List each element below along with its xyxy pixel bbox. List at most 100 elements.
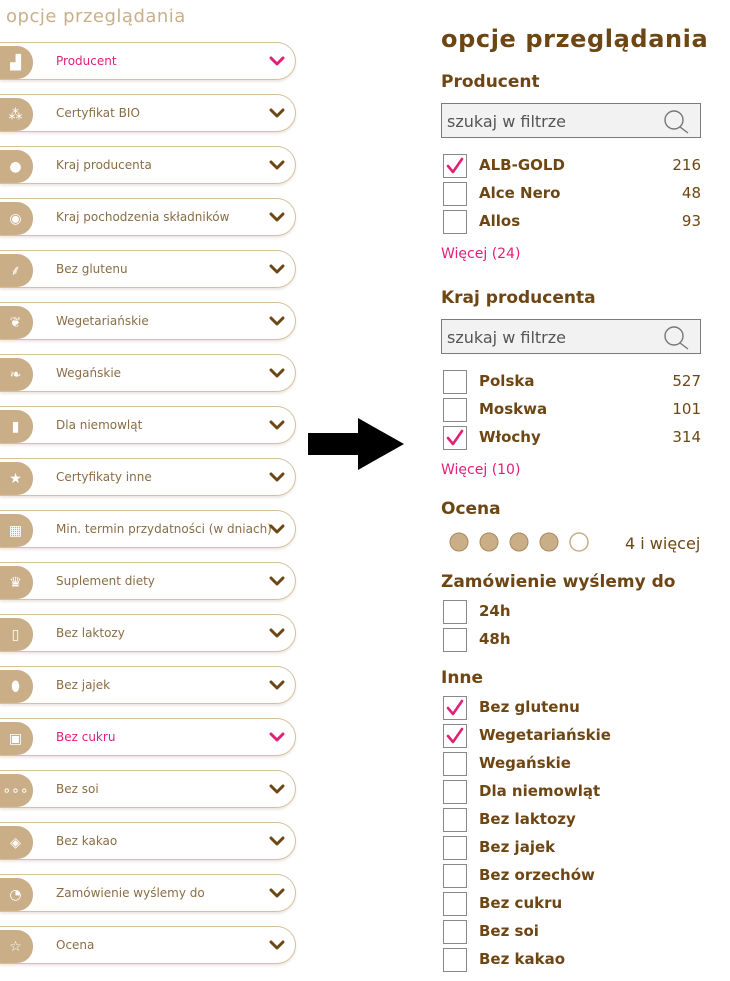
chevron-down-icon[interactable] [269, 106, 285, 120]
filter-option-label[interactable]: Wegańskie [479, 754, 571, 772]
chevron-down-icon[interactable] [269, 54, 285, 68]
chevron-down-icon[interactable] [269, 366, 285, 380]
filter-checkbox[interactable] [443, 948, 467, 972]
filter-accordion-item[interactable]: ❦ Wegetariańskie [0, 302, 296, 340]
filter-option-label[interactable]: Allos [479, 212, 520, 230]
filter-accordion-item[interactable]: ❧ Wegańskie [0, 354, 296, 392]
filter-checkbox[interactable] [443, 154, 467, 178]
filter-accordion-item[interactable]: ⁂ Certyfikat BIO [0, 94, 296, 132]
filter-option-label[interactable]: Bez jajek [479, 838, 555, 856]
search-icon[interactable] [662, 110, 690, 134]
chevron-down-icon[interactable] [269, 314, 285, 328]
chevron-down-icon[interactable] [269, 834, 285, 848]
filter-checkbox[interactable] [443, 892, 467, 916]
chevron-down-icon[interactable] [269, 626, 285, 640]
filter-accordion-label: Bez kakao [56, 834, 118, 848]
filter-checkbox[interactable] [443, 398, 467, 422]
filter-accordion-item[interactable]: ★ Certyfikaty inne [0, 458, 296, 496]
chevron-down-icon[interactable] [269, 522, 285, 536]
filter-option-label[interactable]: Wegetariańskie [479, 726, 611, 744]
filter-option-count: 216 [672, 156, 701, 174]
filter-checkbox[interactable] [443, 836, 467, 860]
filter-accordion-item[interactable]: ▟ Producent [0, 42, 296, 80]
filter-option-label[interactable]: Bez glutenu [479, 698, 580, 716]
rating-star-empty-icon[interactable] [568, 531, 590, 553]
filter-option-label[interactable]: Moskwa [479, 400, 547, 418]
vegan-leaf-icon: ❧ [0, 358, 33, 391]
filter-accordion-item[interactable]: ◉ Kraj pochodzenia składników [0, 198, 296, 236]
filter-checkbox[interactable] [443, 920, 467, 944]
filter-option-label[interactable]: Włochy [479, 428, 541, 446]
filter-option-label[interactable]: Bez laktozy [479, 810, 576, 828]
filter-accordion-label: Zamówienie wyślemy do [56, 886, 205, 900]
filter-option-label[interactable]: Dla niemowląt [479, 782, 600, 800]
filter-checkbox[interactable] [443, 696, 467, 720]
filter-accordion-item[interactable]: ♛ Suplement diety [0, 562, 296, 600]
filter-option-label[interactable]: Bez orzechów [479, 866, 595, 884]
country-more-link[interactable]: Więcej (10) [441, 462, 520, 478]
chevron-down-icon[interactable] [269, 782, 285, 796]
filter-option-count: 101 [672, 400, 701, 418]
chevron-down-icon[interactable] [269, 210, 285, 224]
filter-accordion-item[interactable]: ◔ Zamówienie wyślemy do [0, 874, 296, 912]
search-icon[interactable] [662, 326, 690, 350]
filter-option-label[interactable]: Bez soi [479, 922, 539, 940]
globe-icon: ◉ [0, 202, 33, 235]
filter-accordion-item[interactable]: ☆ Ocena [0, 926, 296, 964]
filter-accordion-item[interactable]: ⬮ Bez jajek [0, 666, 296, 704]
producer-more-link[interactable]: Więcej (24) [441, 246, 520, 262]
chevron-down-icon[interactable] [269, 158, 285, 172]
filter-option-label[interactable]: Bez cukru [479, 894, 562, 912]
rating-star-filled-icon[interactable] [448, 531, 470, 553]
filter-checkbox[interactable] [443, 426, 467, 450]
filter-accordion-item[interactable]: ▮ Dla niemowląt [0, 406, 296, 444]
country-search-input[interactable]: szukaj w filtrze [441, 319, 701, 354]
filter-accordion-item[interactable]: ▦ Min. termin przydatności (w dniach) [0, 510, 296, 548]
filter-option-label[interactable]: Polska [479, 372, 534, 390]
rating-star-filled-icon[interactable] [508, 531, 530, 553]
filter-accordion-label: Kraj pochodzenia składników [56, 210, 230, 224]
search-placeholder: szukaj w filtrze [447, 328, 566, 347]
chevron-down-icon[interactable] [269, 678, 285, 692]
chevron-down-icon[interactable] [269, 418, 285, 432]
filter-checkbox[interactable] [443, 752, 467, 776]
filter-checkbox[interactable] [443, 600, 467, 624]
chevron-down-icon[interactable] [269, 470, 285, 484]
rating-star-filled-icon[interactable] [478, 531, 500, 553]
producer-search-input[interactable]: szukaj w filtrze [441, 103, 701, 138]
filter-checkbox[interactable] [443, 808, 467, 832]
filter-accordion-item[interactable]: ⸙ Bez glutenu [0, 250, 296, 288]
checkmark-icon [446, 429, 464, 446]
filter-checkbox[interactable] [443, 628, 467, 652]
rating-section-title: Ocena [441, 499, 501, 519]
chevron-down-icon[interactable] [269, 886, 285, 900]
filter-option-label[interactable]: Alce Nero [479, 184, 560, 202]
filter-checkbox[interactable] [443, 780, 467, 804]
filter-accordion-item[interactable]: ◈ Bez kakao [0, 822, 296, 860]
filter-accordion-item[interactable]: ▣ Bez cukru [0, 718, 296, 756]
filter-checkbox[interactable] [443, 182, 467, 206]
filter-accordion-label: Producent [56, 54, 117, 68]
filter-accordion-item[interactable]: ▯ Bez laktozy [0, 614, 296, 652]
right-panel-title: opcje przeglądania [441, 25, 709, 53]
filter-checkbox[interactable] [443, 370, 467, 394]
chevron-down-icon[interactable] [269, 262, 285, 276]
filter-accordion-item[interactable]: ● Kraj producenta [0, 146, 296, 184]
chevron-down-icon[interactable] [269, 730, 285, 744]
bio-leaf-icon: ⁂ [0, 98, 33, 131]
country-section-title: Kraj producenta [441, 288, 596, 308]
filter-checkbox[interactable] [443, 864, 467, 888]
filter-accordion-item[interactable]: ∘∘∘ Bez soi [0, 770, 296, 808]
filter-option-label[interactable]: ALB-GOLD [479, 156, 565, 174]
filter-option-label[interactable]: Bez kakao [479, 950, 565, 968]
filter-checkbox[interactable] [443, 210, 467, 234]
filter-accordion-label: Wegetariańskie [56, 314, 149, 328]
filter-option-label[interactable]: 24h [479, 602, 511, 620]
chevron-down-icon[interactable] [269, 938, 285, 952]
filter-accordion-label: Bez jajek [56, 678, 111, 692]
filter-option-label[interactable]: 48h [479, 630, 511, 648]
chevron-down-icon[interactable] [269, 574, 285, 588]
filter-checkbox[interactable] [443, 724, 467, 748]
rating-star-filled-icon[interactable] [538, 531, 560, 553]
filter-option-count: 48 [681, 184, 701, 202]
